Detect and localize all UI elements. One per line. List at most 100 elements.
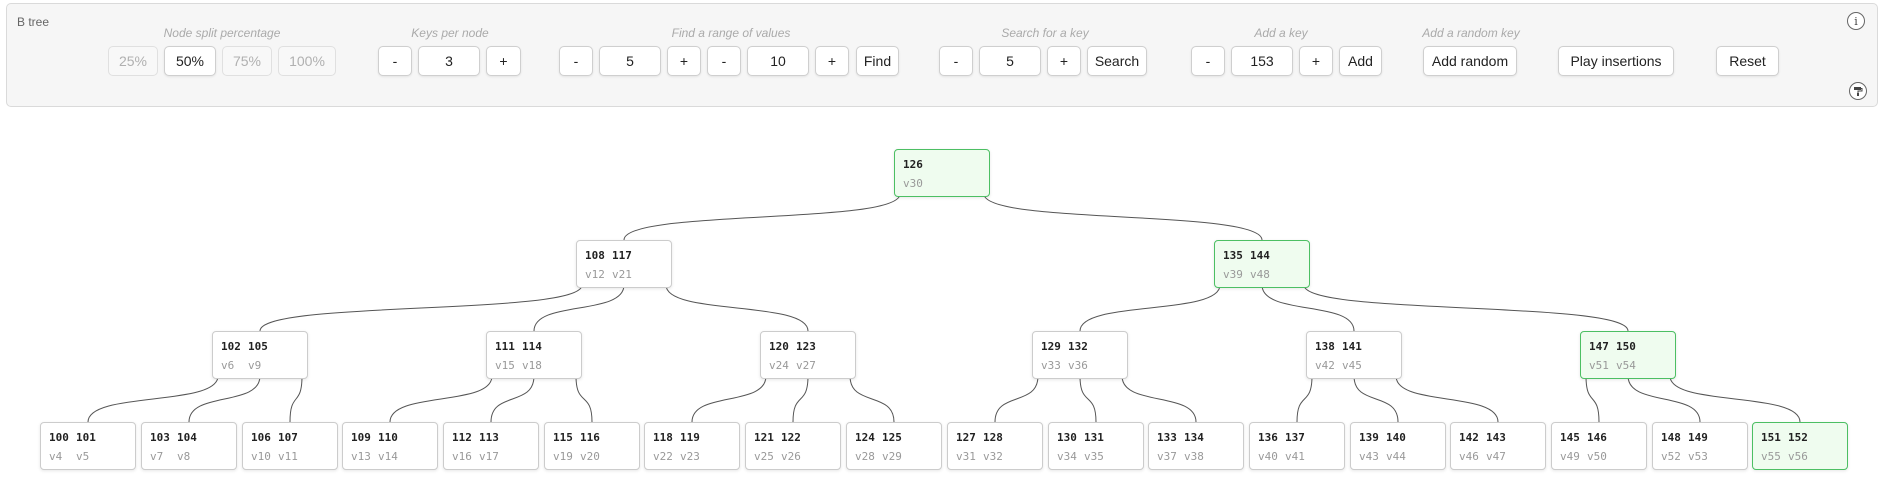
node-value: v54: [1616, 359, 1636, 372]
node-value: v28: [855, 450, 875, 463]
node-key: 127: [956, 431, 976, 444]
node-key: 149: [1688, 431, 1708, 444]
node-key: 138: [1315, 340, 1335, 353]
node-key: 130: [1057, 431, 1077, 444]
node-key: 112: [452, 431, 472, 444]
node-key: 117: [612, 249, 632, 262]
node-keys: 127 128: [956, 431, 1010, 444]
node-keys: 103 104: [150, 431, 204, 444]
node-values: v4 v5: [49, 450, 103, 463]
node-key: 110: [378, 431, 398, 444]
tree-edge: [623, 193, 901, 241]
node-key: 114: [522, 340, 542, 353]
node-key: 124: [855, 431, 875, 444]
node-key: 125: [882, 431, 902, 444]
node-value: v19: [553, 450, 573, 463]
node-key: 122: [781, 431, 801, 444]
node-values: v46 v47: [1459, 450, 1513, 463]
node-value: v31: [956, 450, 976, 463]
node-value: v17: [479, 450, 499, 463]
node-values: v13 v14: [351, 450, 405, 463]
tree-edge: [792, 375, 809, 423]
node-key: 105: [248, 340, 268, 353]
tree-node: 112 113 v16 v17: [443, 422, 539, 470]
tree-node: 136 137 v40 v41: [1249, 422, 1345, 470]
node-keys: 121 122: [754, 431, 808, 444]
tree-edge: [1627, 375, 1701, 423]
node-key: 104: [177, 431, 197, 444]
node-value: v33: [1041, 359, 1061, 372]
tree-edge: [1585, 375, 1600, 423]
node-value: v56: [1788, 450, 1808, 463]
tree-edge: [849, 375, 895, 423]
tree-node: 100 101 v4 v5: [40, 422, 136, 470]
tree-edge: [983, 193, 1263, 241]
node-value: v35: [1084, 450, 1104, 463]
node-value: v50: [1587, 450, 1607, 463]
node-keys: 111 114: [495, 340, 549, 353]
tree-node: 102 105 v6 v9: [212, 331, 308, 379]
node-value: v45: [1342, 359, 1362, 372]
node-key: 113: [479, 431, 499, 444]
node-values: v42 v45: [1315, 359, 1369, 372]
tree-node: 106 107 v10 v11: [242, 422, 338, 470]
node-value: v47: [1486, 450, 1506, 463]
tree-node: 151 152 v55 v56: [1752, 422, 1848, 470]
tree-node: 124 125 v28 v29: [846, 422, 942, 470]
tree-edge: [533, 284, 625, 332]
node-key: 146: [1587, 431, 1607, 444]
node-value: v5: [76, 450, 90, 463]
node-value: v14: [378, 450, 398, 463]
node-keys: 139 140: [1359, 431, 1413, 444]
node-values: v19 v20: [553, 450, 607, 463]
node-key: 106: [251, 431, 271, 444]
tree-edges: [87, 191, 1801, 423]
node-key: 103: [150, 431, 170, 444]
tree-edge: [575, 375, 593, 423]
node-value: v24: [769, 359, 789, 372]
node-key: 116: [580, 431, 600, 444]
node-value: v7: [150, 450, 164, 463]
node-key: 133: [1157, 431, 1177, 444]
tree-edge: [1121, 375, 1197, 423]
node-key: 123: [796, 340, 816, 353]
node-values: v10 v11: [251, 450, 305, 463]
node-values: v6 v9: [221, 359, 275, 372]
node-values: v49 v50: [1560, 450, 1614, 463]
node-key: 143: [1486, 431, 1506, 444]
node-value: v40: [1258, 450, 1278, 463]
node-key: 115: [553, 431, 573, 444]
node-key: 120: [769, 340, 789, 353]
node-keys: 138 141: [1315, 340, 1369, 353]
node-values: v34 v35: [1057, 450, 1111, 463]
node-key: 126: [903, 158, 923, 171]
tree-edge: [87, 375, 219, 423]
node-value: v16: [452, 450, 472, 463]
tree-edge: [1079, 284, 1221, 332]
node-keys: 135 144: [1223, 249, 1277, 262]
node-value: v15: [495, 359, 515, 372]
tree-node: 121 122 v25 v26: [745, 422, 841, 470]
node-values: v16 v17: [452, 450, 506, 463]
node-key: 118: [653, 431, 673, 444]
tree-node: 138 141 v42 v45: [1306, 331, 1402, 379]
node-value: v48: [1250, 268, 1270, 281]
node-value: v34: [1057, 450, 1077, 463]
node-keys: 129 132: [1041, 340, 1095, 353]
node-key: 131: [1084, 431, 1104, 444]
node-key: 111: [495, 340, 515, 353]
node-key: 109: [351, 431, 371, 444]
node-key: 108: [585, 249, 605, 262]
node-keys: 102 105: [221, 340, 275, 353]
tree-edge: [1353, 375, 1399, 423]
node-key: 119: [680, 431, 700, 444]
node-key: 141: [1342, 340, 1362, 353]
node-value: v13: [351, 450, 371, 463]
tree-edge: [1261, 284, 1355, 332]
node-values: v7 v8: [150, 450, 204, 463]
node-keys: 124 125: [855, 431, 909, 444]
node-value: v8: [177, 450, 191, 463]
tree-node: 130 131 v34 v35: [1048, 422, 1144, 470]
tree-edge: [389, 375, 493, 423]
node-value: v20: [580, 450, 600, 463]
